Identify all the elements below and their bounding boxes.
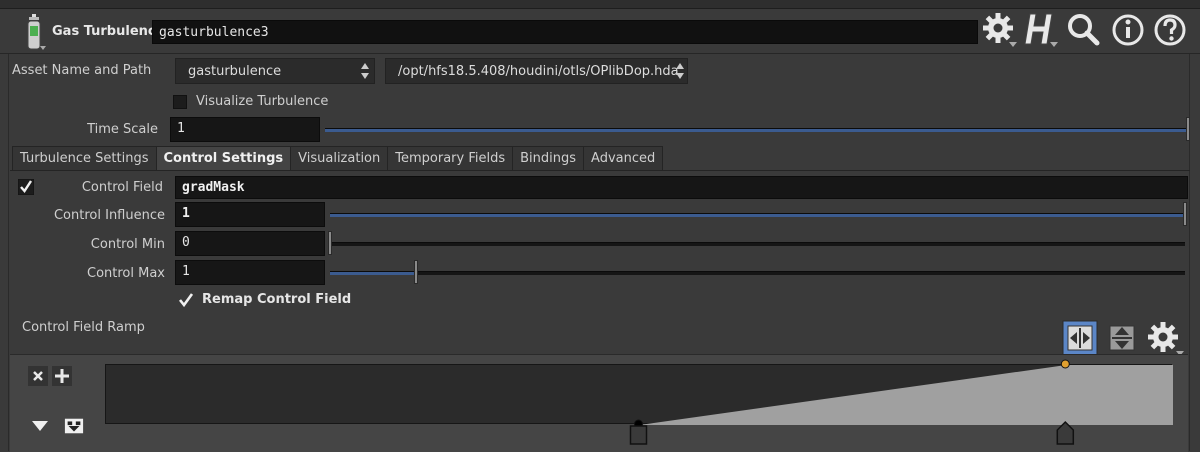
magnifier-icon[interactable]	[1066, 10, 1102, 50]
control-min-field[interactable]: 0	[175, 231, 325, 256]
visualize-label: Visualize Turbulence	[196, 94, 329, 109]
control-min-slider-knob[interactable]	[328, 231, 332, 255]
tab-temporary-fields[interactable]: Temporary Fields	[387, 146, 514, 170]
tab-visualization[interactable]: Visualization	[290, 146, 389, 170]
control-field-toggle[interactable]	[17, 178, 35, 196]
asset-path-value: /opt/hfs18.5.408/houdini/otls/OPlibDop.h…	[398, 64, 679, 79]
node-type-label: Gas Turbulence	[52, 24, 165, 39]
checkmark-icon	[17, 178, 35, 196]
ramp-stretch-vertical-icon[interactable]	[1104, 320, 1140, 356]
ramp-keys[interactable]	[105, 356, 1190, 451]
gear-icon[interactable]	[981, 10, 1017, 50]
control-influence-label: Control Influence	[53, 208, 165, 223]
ramp-collapse-icon[interactable]	[30, 416, 50, 436]
ramp-gear-icon[interactable]	[1146, 320, 1186, 358]
ramp-stretch-horizontal-icon[interactable]	[1062, 320, 1098, 356]
asset-name-spinner-icon[interactable]	[360, 61, 370, 81]
control-min-label: Control Min	[90, 237, 165, 252]
ramp-menu-icon[interactable]	[64, 416, 84, 436]
control-max-slider[interactable]	[330, 271, 1185, 275]
tab-control-settings[interactable]: Control Settings	[155, 146, 292, 170]
time-scale-slider-knob[interactable]	[1186, 117, 1190, 141]
control-influence-field[interactable]: 1	[175, 202, 325, 227]
control-influence-slider[interactable]	[330, 213, 1185, 217]
time-scale-slider[interactable]	[325, 128, 1188, 132]
tab-advanced[interactable]: Advanced	[583, 146, 664, 170]
control-field-label: Control Field	[81, 180, 163, 195]
time-scale-label: Time Scale	[87, 122, 158, 137]
top-strip	[0, 0, 1200, 9]
tab-bindings[interactable]: Bindings	[512, 146, 585, 170]
control-influence-slider-fill	[330, 214, 1185, 217]
ramp-key-0-handle[interactable]	[629, 425, 648, 445]
control-field-input[interactable]: gradMask	[175, 176, 1188, 199]
time-scale-slider-fill	[325, 129, 1188, 132]
asset-name-value: gasturbulence	[188, 64, 282, 79]
control-max-label: Control Max	[87, 266, 165, 281]
gas-cylinder-icon[interactable]	[22, 12, 48, 52]
houdini-h-icon[interactable]	[1022, 10, 1058, 50]
control-influence-slider-knob[interactable]	[1183, 202, 1187, 226]
ramp-delete-key-icon[interactable]	[28, 366, 48, 386]
help-icon[interactable]	[1152, 10, 1188, 50]
visualize-checkbox[interactable]	[173, 95, 187, 109]
remap-checkbox[interactable]	[178, 292, 194, 308]
ramp-key-1-point[interactable]	[1060, 359, 1070, 369]
tab-bar: Turbulence Settings Control Settings Vis…	[12, 146, 664, 170]
ramp-add-key-icon[interactable]	[52, 366, 72, 386]
checkmark-icon	[178, 293, 194, 308]
control-max-slider-knob[interactable]	[414, 260, 418, 284]
asset-label: Asset Name and Path	[12, 63, 152, 78]
node-name-field[interactable]: gasturbulence3	[152, 20, 978, 44]
asset-path-combo[interactable]: /opt/hfs18.5.408/houdini/otls/OPlibDop.h…	[385, 58, 688, 84]
remap-label: Remap Control Field	[202, 292, 352, 307]
asset-path-spinner-icon[interactable]	[675, 61, 685, 81]
ramp-label: Control Field Ramp	[22, 320, 145, 335]
control-max-slider-fill	[330, 272, 416, 275]
asset-name-combo[interactable]: gasturbulence	[175, 58, 375, 84]
ramp-key-1-handle[interactable]	[1056, 420, 1075, 445]
control-max-field[interactable]: 1	[175, 260, 325, 285]
control-min-slider[interactable]	[330, 242, 1185, 246]
info-icon[interactable]	[1110, 10, 1146, 50]
time-scale-field[interactable]: 1	[170, 117, 320, 142]
tab-divider	[10, 170, 1190, 171]
tab-turbulence-settings[interactable]: Turbulence Settings	[12, 146, 157, 170]
